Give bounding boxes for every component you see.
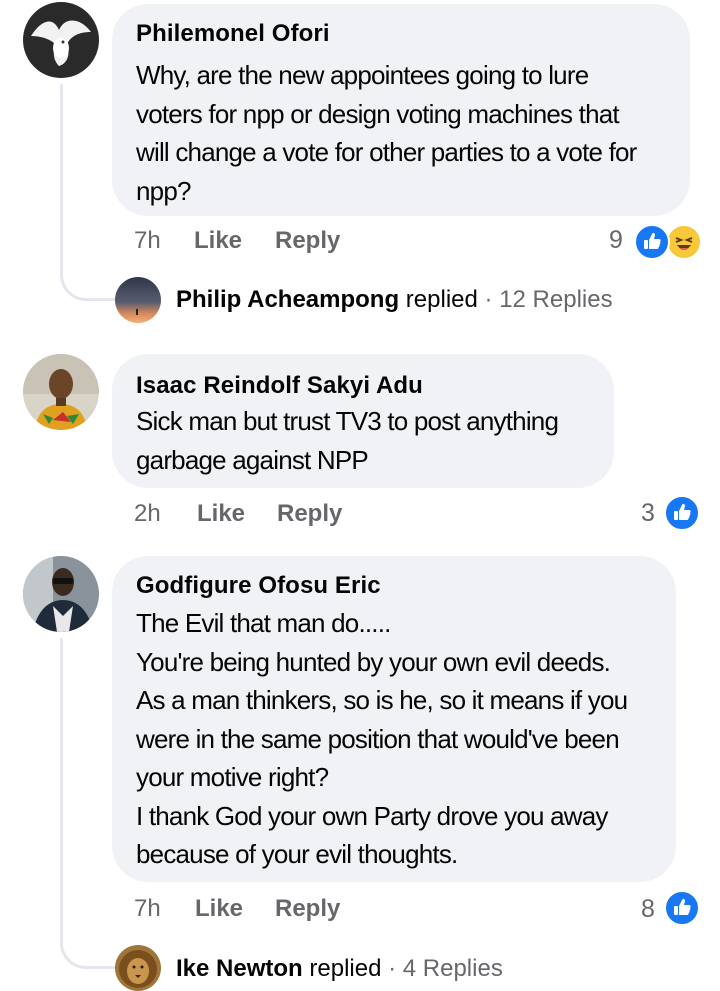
- comment-text-line: Sick man but trust TV3 to post anything: [136, 406, 559, 436]
- reaction-count[interactable]: 8: [641, 895, 655, 924]
- comment-timestamp[interactable]: 7h: [134, 227, 161, 255]
- lion-avatar-image: [115, 945, 161, 991]
- comment-actions: 7h Like Reply: [134, 227, 454, 257]
- avatar[interactable]: [23, 2, 99, 78]
- replier-avatar[interactable]: [115, 945, 161, 991]
- comment-text: Sick man but trust TV3 to post anything …: [136, 402, 559, 479]
- comment-author[interactable]: Godfigure Ofosu Eric: [136, 572, 381, 600]
- comment-actions: 2h Like Reply: [134, 500, 454, 530]
- comment-text-line: your motive right?: [136, 762, 329, 792]
- dove-avatar-image: [23, 2, 99, 78]
- comment-text-line: As a man thinkers, so is he, so it means…: [136, 685, 628, 715]
- reply-button[interactable]: Reply: [275, 227, 340, 255]
- comment-author[interactable]: Philemonel Ofori: [136, 20, 330, 48]
- thread-line: [60, 638, 63, 940]
- comment-text-line: The Evil that man do.....: [136, 608, 391, 638]
- comment-author[interactable]: Isaac Reindolf Sakyi Adu: [136, 372, 423, 400]
- thread-connector: [60, 262, 115, 301]
- separator-dot: ·: [484, 286, 493, 313]
- comment-text-line: I thank God your own Party drove you awa…: [136, 800, 608, 831]
- like-button[interactable]: Like: [194, 227, 242, 255]
- comment-actions: 7h Like Reply: [134, 895, 454, 925]
- comment-text-line: garbage against NPP: [136, 444, 369, 475]
- view-replies-link[interactable]: Ike Newton replied · 4 Replies: [176, 955, 503, 983]
- separator-dot: ·: [388, 955, 397, 982]
- comment-text: The Evil that man do..... You're being h…: [136, 604, 628, 874]
- replies-count: 4 Replies: [402, 955, 503, 982]
- comment-text-line: You're being hunted by your own evil dee…: [136, 646, 611, 677]
- comment-timestamp[interactable]: 7h: [134, 895, 161, 923]
- thread-connector: [60, 930, 115, 969]
- comment-text-line: Why, are the new appointees going to lur…: [136, 60, 589, 90]
- comment-bubble: Philemonel Ofori Why, are the new appoin…: [112, 4, 690, 216]
- replies-count: 12 Replies: [499, 286, 613, 313]
- view-replies-link[interactable]: Philip Acheampong replied · 12 Replies: [176, 286, 613, 314]
- comment-bubble: Isaac Reindolf Sakyi Adu Sick man but tr…: [112, 354, 614, 488]
- comment-text-line: voters for npp or design voting machines…: [136, 98, 620, 129]
- like-button[interactable]: Like: [197, 500, 245, 528]
- comment-text-line: because of your evil thoughts.: [136, 839, 458, 869]
- reaction-count[interactable]: 9: [609, 226, 623, 255]
- replier-name: Ike Newton: [176, 955, 303, 982]
- replied-label: replied: [405, 286, 478, 313]
- like-icon: [664, 890, 700, 926]
- thread-line: [60, 84, 63, 270]
- reaction-count[interactable]: 3: [641, 499, 655, 528]
- comment-text-line: were in the same position that would've …: [136, 723, 620, 754]
- person-avatar-image: [23, 354, 99, 430]
- avatar[interactable]: [23, 556, 99, 632]
- comment-bubble: Godfigure Ofosu Eric The Evil that man d…: [112, 556, 676, 882]
- replier-name: Philip Acheampong: [176, 286, 400, 313]
- comment-text-line: npp?: [136, 175, 191, 206]
- person-avatar-image: [23, 556, 99, 632]
- sunset-avatar-image: [115, 277, 161, 323]
- haha-icon: [666, 224, 702, 260]
- like-button[interactable]: Like: [195, 895, 243, 923]
- comment-text: Why, are the new appointees going to lur…: [136, 56, 637, 210]
- like-icon: [634, 224, 670, 260]
- replier-avatar[interactable]: [115, 277, 161, 323]
- reply-button[interactable]: Reply: [275, 895, 340, 923]
- reply-button[interactable]: Reply: [277, 500, 342, 528]
- comment-text-line: will change a vote for other parties to …: [136, 137, 637, 167]
- avatar[interactable]: [23, 354, 99, 430]
- comment-timestamp[interactable]: 2h: [134, 500, 161, 528]
- like-icon: [664, 495, 700, 531]
- replied-label: replied: [309, 955, 382, 982]
